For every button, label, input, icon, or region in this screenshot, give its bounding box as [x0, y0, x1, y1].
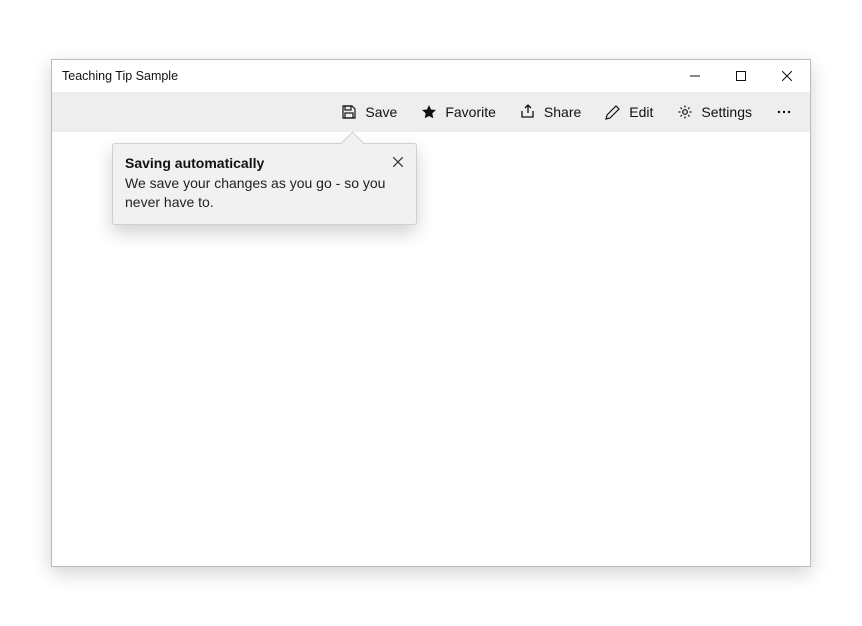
settings-button[interactable]: Settings	[665, 92, 764, 132]
titlebar: Teaching Tip Sample	[52, 60, 810, 92]
more-icon	[776, 104, 792, 120]
close-button[interactable]	[764, 60, 810, 92]
window: Teaching Tip Sample Save	[51, 59, 811, 567]
save-label: Save	[365, 104, 397, 120]
minimize-icon	[690, 71, 700, 81]
toolbar: Save Favorite Share E	[52, 92, 810, 132]
maximize-icon	[736, 71, 746, 81]
edit-button[interactable]: Edit	[593, 92, 665, 132]
share-button[interactable]: Share	[508, 92, 593, 132]
save-icon	[341, 104, 357, 120]
content-area: Saving automatically We save your change…	[52, 132, 810, 566]
close-icon	[782, 71, 792, 81]
edit-icon	[605, 104, 621, 120]
maximize-button[interactable]	[718, 60, 764, 92]
more-button[interactable]	[764, 92, 804, 132]
teaching-tip: Saving automatically We save your change…	[112, 143, 417, 225]
window-title: Teaching Tip Sample	[62, 60, 178, 92]
minimize-button[interactable]	[672, 60, 718, 92]
share-label: Share	[544, 104, 581, 120]
teaching-tip-title: Saving automatically	[125, 155, 404, 171]
save-button[interactable]: Save	[329, 92, 409, 132]
favorite-button[interactable]: Favorite	[409, 92, 508, 132]
share-icon	[520, 104, 536, 120]
edit-label: Edit	[629, 104, 653, 120]
settings-label: Settings	[701, 104, 752, 120]
window-controls	[672, 60, 810, 92]
favorite-label: Favorite	[445, 104, 496, 120]
teaching-tip-body: We save your changes as you go - so you …	[125, 174, 404, 212]
star-icon	[421, 104, 437, 120]
settings-icon	[677, 104, 693, 120]
